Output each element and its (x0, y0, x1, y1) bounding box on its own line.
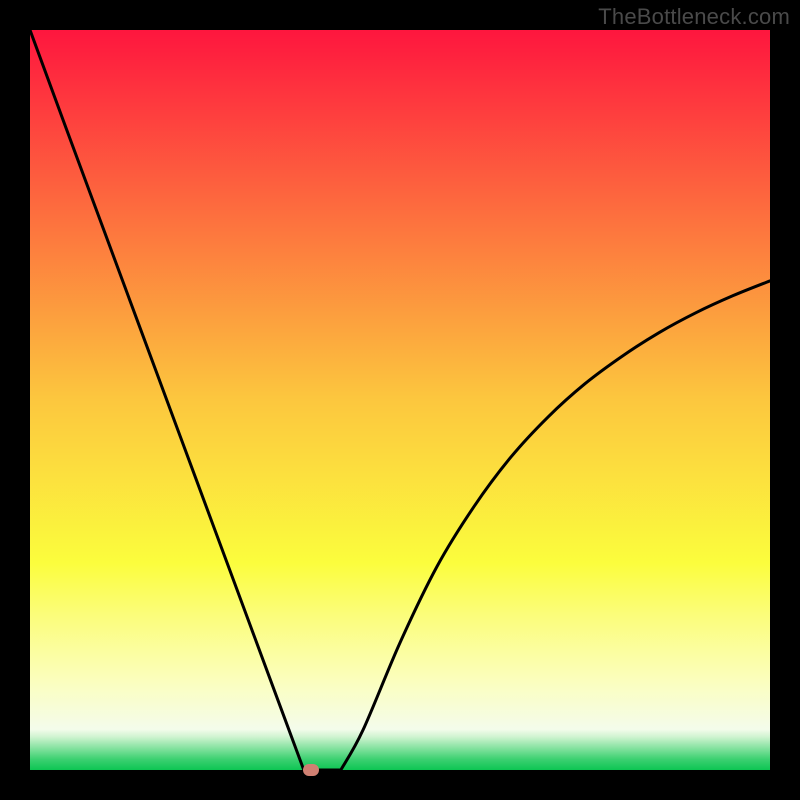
chart-plot (30, 30, 770, 770)
chart-marker (303, 764, 319, 776)
watermark-text: TheBottleneck.com (598, 4, 790, 30)
chart-frame: TheBottleneck.com (0, 0, 800, 800)
chart-background (30, 30, 770, 770)
